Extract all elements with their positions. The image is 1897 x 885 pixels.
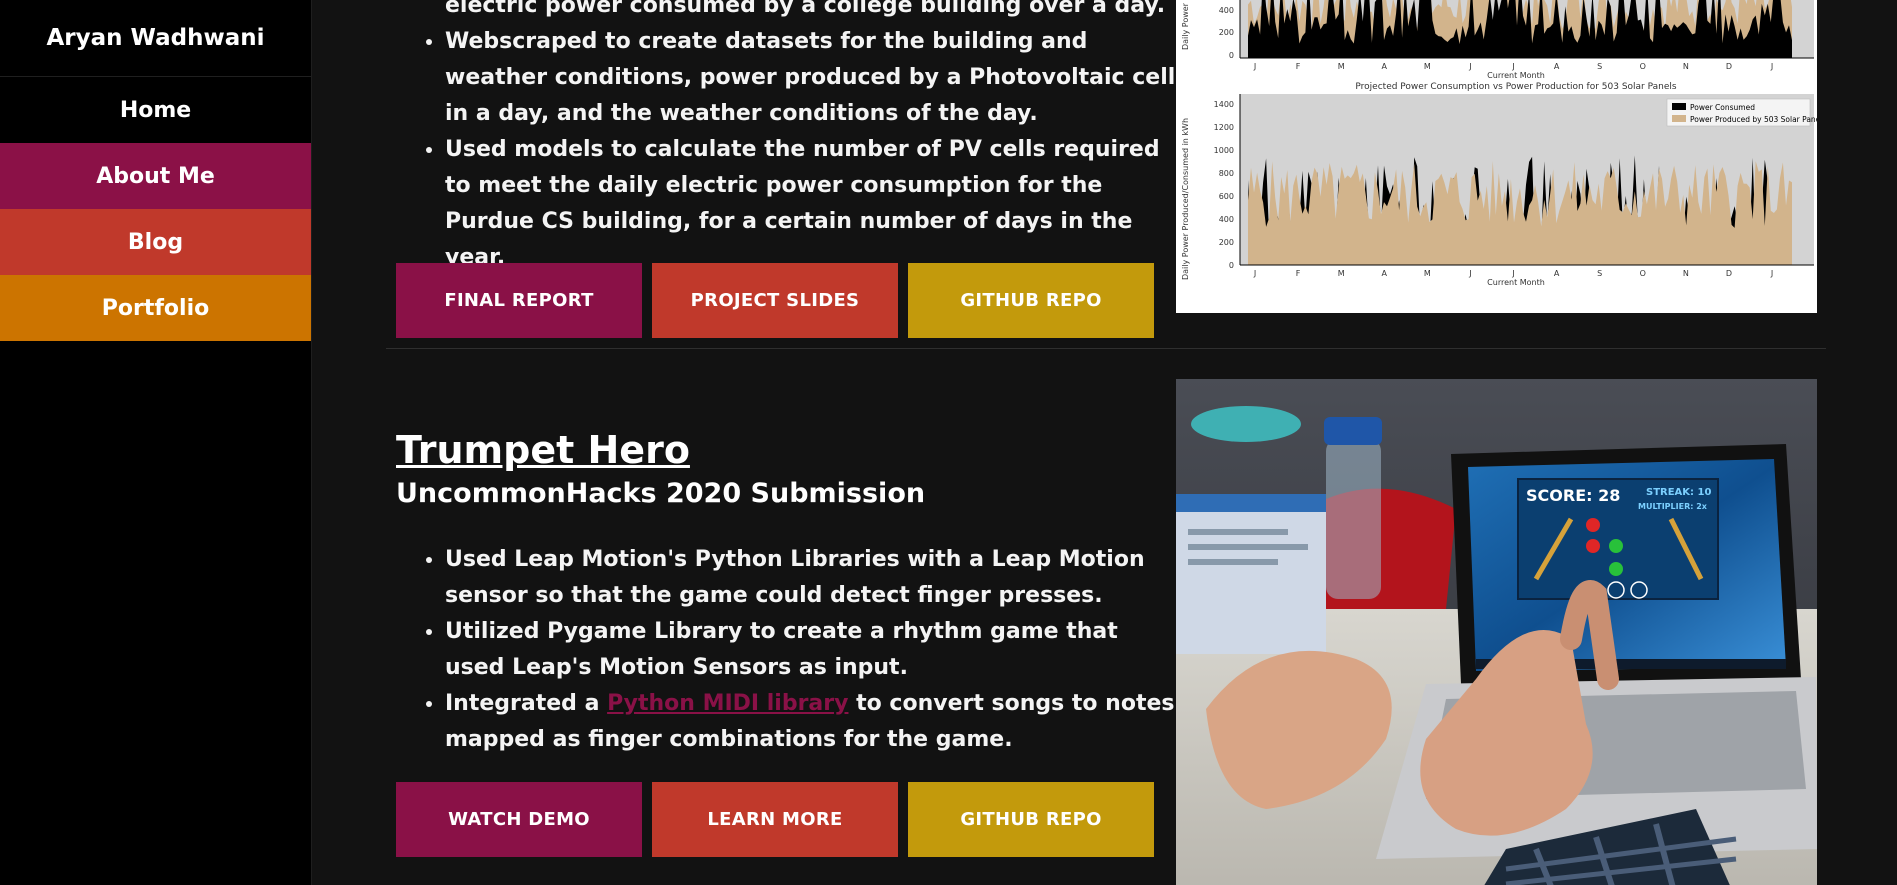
- bottom-xtick-label: F: [1296, 269, 1301, 278]
- project-slides-button[interactable]: PROJECT SLIDES: [652, 263, 898, 338]
- learn-more-button[interactable]: LEARN MORE: [652, 782, 898, 857]
- top-ytick-400: 400: [1219, 6, 1234, 15]
- chart-title: Projected Power Consumption vs Power Pro…: [1355, 82, 1676, 92]
- top-xtick-label: D: [1726, 62, 1732, 71]
- bottom-ytick-label: 200: [1219, 238, 1234, 247]
- bottom-ylabel: Daily Power Produced/Consumed in kWh: [1181, 118, 1190, 280]
- top-xtick-label: A: [1382, 62, 1388, 71]
- streak-text: STREAK: 10: [1646, 487, 1711, 498]
- top-xtick-label: M: [1338, 62, 1345, 71]
- bottom-yticks: 0 200 400 600 800 1000 1200 1400: [1214, 100, 1234, 270]
- legend-consumed-swatch: [1672, 103, 1686, 110]
- bottom-ytick-label: 1000: [1214, 146, 1234, 155]
- project-solar-description: electric power consumed by a college bui…: [396, 0, 1176, 276]
- github-repo-button[interactable]: GITHUB REPO: [908, 263, 1154, 338]
- legend-produced: Power Produced by 503 Solar Panels: [1690, 115, 1817, 124]
- python-midi-link[interactable]: Python MIDI library: [607, 691, 848, 716]
- legend-consumed: Power Consumed: [1690, 103, 1755, 112]
- bottom-xtick-label: O: [1640, 269, 1646, 278]
- top-ytick-0: 0: [1229, 51, 1234, 60]
- nav-home[interactable]: Home: [0, 77, 311, 143]
- project-trumpet-description: Used Leap Motion's Python Libraries with…: [396, 542, 1176, 758]
- github-repo-button-2[interactable]: GITHUB REPO: [908, 782, 1154, 857]
- main-content: electric power consumed by a college bui…: [312, 0, 1897, 885]
- bottom-xticks: JFMAMJJASONDJ: [1253, 269, 1773, 278]
- nav-portfolio[interactable]: Portfolio: [0, 275, 311, 341]
- bullet-continuation: electric power consumed by a college bui…: [445, 0, 1166, 18]
- watch-demo-button[interactable]: WATCH DEMO: [396, 782, 642, 857]
- power-chart-image: Daily Power P 0 200 400 J F M A M J J A S O N D J Cu…: [1176, 0, 1826, 313]
- trumpet-hero-photo: SCORE: 28 STREAK: 10 MULTIPLIER: 2x: [1176, 379, 1817, 885]
- top-xtick-label: O: [1640, 62, 1646, 71]
- bottom-xtick-label: D: [1726, 269, 1732, 278]
- bottom-ytick-label: 600: [1219, 192, 1234, 201]
- bottom-xtick-label: J: [1511, 269, 1514, 278]
- project-subtitle: UncommonHacks 2020 Submission: [396, 478, 926, 509]
- final-report-button[interactable]: FINAL REPORT: [396, 263, 642, 338]
- top-xtick-label: S: [1597, 62, 1602, 71]
- top-xtick-label: J: [1770, 62, 1773, 71]
- top-xtick-label: M: [1424, 62, 1431, 71]
- bottom-xtick-label: A: [1382, 269, 1388, 278]
- power-chart-svg: Daily Power P 0 200 400 J F M A M J J A S O N D J Cu…: [1181, 0, 1826, 287]
- bottom-xtick-label: J: [1253, 269, 1256, 278]
- nav-blog[interactable]: Blog: [0, 209, 311, 275]
- bottom-xtick-label: A: [1554, 269, 1560, 278]
- project-divider: [386, 348, 1826, 349]
- project-solar-buttons: FINAL REPORT PROJECT SLIDES GITHUB REPO: [396, 263, 1154, 338]
- top-xtick-label: A: [1554, 62, 1560, 71]
- bottom-ytick-label: 800: [1219, 169, 1234, 178]
- bullet-midi-pre: Integrated a: [445, 691, 608, 716]
- top-ytick-200: 200: [1219, 28, 1234, 37]
- top-xtick-label: J: [1511, 62, 1514, 71]
- bottom-xtick-label: M: [1424, 269, 1431, 278]
- bottom-xtick-label: N: [1683, 269, 1689, 278]
- bullet-midi: Integrated a Python MIDI library to conv…: [445, 686, 1176, 758]
- top-xtick-label: J: [1253, 62, 1256, 71]
- bottom-ytick-label: 1200: [1214, 123, 1234, 132]
- project-title[interactable]: Trumpet Hero: [396, 428, 1176, 472]
- legend-produced-swatch: [1672, 115, 1686, 122]
- bottom-ytick-label: 400: [1219, 215, 1234, 224]
- bottom-xtick-label: M: [1338, 269, 1345, 278]
- sidebar: Aryan Wadhwani Home About Me Blog Portfo…: [0, 0, 312, 885]
- bullet-webscrape: Webscraped to create datasets for the bu…: [445, 24, 1176, 132]
- top-ylabel: Daily Power P: [1181, 0, 1190, 50]
- top-xtick-label: F: [1296, 62, 1301, 71]
- bullet-leap-motion: Used Leap Motion's Python Libraries with…: [445, 542, 1176, 614]
- score-text: SCORE: 28: [1526, 486, 1620, 505]
- project-trumpet-header: Trumpet Hero UncommonHacks 2020 Submissi…: [396, 428, 1176, 509]
- top-xtick-label: J: [1468, 62, 1471, 71]
- bullet-models: Used models to calculate the number of P…: [445, 132, 1176, 276]
- bullet-pygame: Utilized Pygame Library to create a rhyt…: [445, 614, 1176, 686]
- project-trumpet-buttons: WATCH DEMO LEARN MORE GITHUB REPO: [396, 782, 1154, 857]
- bottom-ytick-label: 1400: [1214, 100, 1234, 109]
- bottom-xtick-label: J: [1468, 269, 1471, 278]
- bottom-xlabel: Current Month: [1487, 278, 1545, 287]
- top-xlabel: Current Month: [1487, 71, 1545, 80]
- bottom-ytick-label: 0: [1229, 261, 1234, 270]
- trumpet-hero-photo-svg: SCORE: 28 STREAK: 10 MULTIPLIER: 2x: [1176, 379, 1817, 885]
- multiplier-text: MULTIPLIER: 2x: [1638, 502, 1708, 511]
- bottom-xtick-label: J: [1770, 269, 1773, 278]
- top-xticks: JFMAMJJASONDJ: [1253, 62, 1773, 71]
- bottom-xtick-label: S: [1597, 269, 1602, 278]
- site-brand[interactable]: Aryan Wadhwani: [0, 0, 311, 77]
- top-xtick-label: N: [1683, 62, 1689, 71]
- nav-about-me[interactable]: About Me: [0, 143, 311, 209]
